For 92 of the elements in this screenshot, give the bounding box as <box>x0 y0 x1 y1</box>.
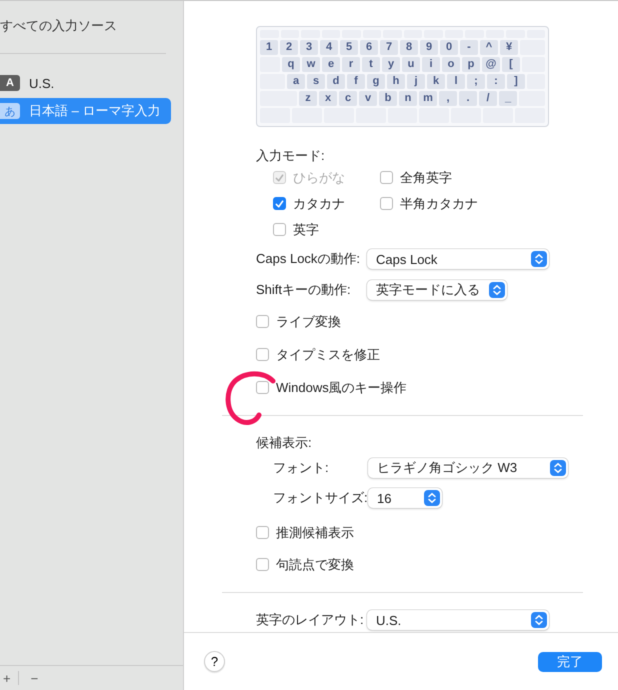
keyboard-key: @ <box>482 57 500 72</box>
source-badge: A <box>0 75 20 91</box>
checkbox[interactable] <box>256 558 269 571</box>
checkbox[interactable] <box>256 526 269 539</box>
keyboard-key: 3 <box>300 40 318 55</box>
keyboard-key: w <box>302 57 320 72</box>
checkbox-label: 英字 <box>293 220 319 238</box>
keyboard-key: ] <box>507 74 525 89</box>
keyboard-key: u <box>402 57 420 72</box>
checkbox-label: 全角英字 <box>400 168 452 186</box>
checkbox-label: ひらがな <box>293 168 345 186</box>
keyboard-key: [ <box>502 57 520 72</box>
keyboard-key: d <box>327 74 345 89</box>
keyboard-key: l <box>447 74 465 89</box>
help-button[interactable]: ? <box>204 651 225 672</box>
keyboard-key: f <box>347 74 365 89</box>
popup-button[interactable]: ヒラギノ角ゴシック W3 <box>368 458 568 478</box>
setting-label: Caps Lockの動作: <box>256 250 362 268</box>
checkbox[interactable] <box>256 315 269 328</box>
popup-button[interactable]: Caps Lock <box>367 249 549 269</box>
stepper-icon <box>489 282 505 298</box>
checkbox-label: Windows風のキー操作 <box>276 378 407 396</box>
keyboard-key: s <box>307 74 325 89</box>
keyboard-key: 7 <box>380 40 398 55</box>
keyboard-key: v <box>359 91 377 106</box>
keyboard-key: n <box>399 91 417 106</box>
keyboard-key: o <box>442 57 460 72</box>
keyboard-key: - <box>460 40 478 55</box>
stepper-icon <box>550 460 566 476</box>
keyboard-key: h <box>387 74 405 89</box>
checkbox-label: 推測候補表示 <box>276 524 354 542</box>
keyboard-key: x <box>319 91 337 106</box>
keyboard-key: t <box>362 57 380 72</box>
stepper-icon <box>424 490 440 506</box>
keyboard-key: 6 <box>360 40 378 55</box>
done-button[interactable]: 完了 <box>538 652 602 672</box>
keyboard-key: 1 <box>260 40 278 55</box>
remove-button[interactable]: − <box>28 670 42 686</box>
keyboard-key: q <box>282 57 300 72</box>
keyboard-key: 0 <box>440 40 458 55</box>
list-header: すべての入力ソース <box>0 17 117 35</box>
keyboard-key: e <box>322 57 340 72</box>
setting-label: フォント: <box>272 459 330 477</box>
keyboard-key: , <box>439 91 457 106</box>
checkbox-label: カタカナ <box>293 194 345 212</box>
keyboard-key: i <box>422 57 440 72</box>
keyboard-key: ; <box>467 74 485 89</box>
checkbox[interactable] <box>273 223 286 236</box>
keyboard-key: m <box>419 91 437 106</box>
popup-button[interactable]: 16 <box>368 488 442 508</box>
keyboard-key: 9 <box>420 40 438 55</box>
keyboard-key: k <box>427 74 445 89</box>
checkbox[interactable] <box>380 197 393 210</box>
checkbox[interactable] <box>380 171 393 184</box>
checkbox[interactable] <box>256 381 269 394</box>
keyboard-key: g <box>367 74 385 89</box>
stepper-icon <box>531 251 547 267</box>
keyboard-key: / <box>479 91 497 106</box>
setting-label: Shiftキーの動作: <box>256 281 352 299</box>
checkbox-label: ライブ変換 <box>276 312 341 330</box>
keyboard-key: a <box>287 74 305 89</box>
keyboard-key: 5 <box>340 40 358 55</box>
keyboard-key: j <box>407 74 425 89</box>
checkbox-label: 半角カタカナ <box>400 194 478 212</box>
keyboard-key: y <box>382 57 400 72</box>
keyboard-key: r <box>342 57 360 72</box>
setting-label: 英字のレイアウト: <box>256 611 365 629</box>
section-label: 候補表示: <box>256 434 313 452</box>
keyboard-key: 2 <box>280 40 298 55</box>
section-label: 入力モード: <box>256 147 326 165</box>
keyboard-key: : <box>487 74 505 89</box>
keyboard-key: _ <box>499 91 517 106</box>
setting-label: フォントサイズ: <box>272 489 368 507</box>
keyboard-key: z <box>299 91 317 106</box>
keyboard-key: ^ <box>480 40 498 55</box>
keyboard-key: c <box>339 91 357 106</box>
keyboard-key: 4 <box>320 40 338 55</box>
checkbox[interactable] <box>256 348 269 361</box>
keyboard-key: 8 <box>400 40 418 55</box>
popup-button[interactable]: 英字モードに入る <box>367 280 507 300</box>
keyboard-key: b <box>379 91 397 106</box>
stepper-icon <box>531 612 547 628</box>
add-button[interactable]: + <box>0 670 14 686</box>
checkbox[interactable] <box>273 197 286 210</box>
checkbox-label: タイプミスを修正 <box>276 346 380 364</box>
keyboard-key: p <box>462 57 480 72</box>
source-badge: あ <box>0 103 20 119</box>
checkbox-label: 句読点で変換 <box>276 556 354 574</box>
popup-button[interactable]: U.S. <box>367 610 549 630</box>
keyboard-key: . <box>459 91 477 106</box>
input-source-item[interactable]: A U.S. <box>0 70 171 96</box>
keyboard-key: ¥ <box>500 40 518 55</box>
